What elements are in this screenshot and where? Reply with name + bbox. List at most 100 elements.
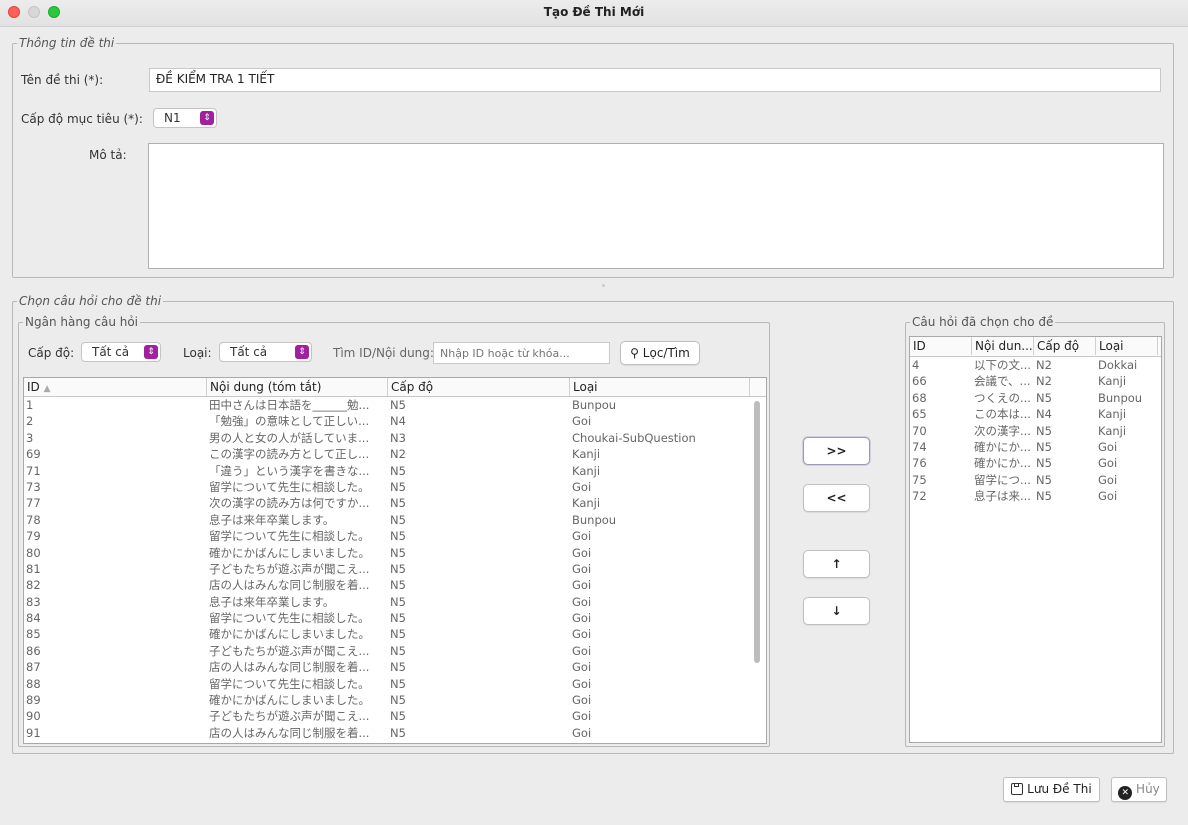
cell-content: この漢字の読み方として正し...: [209, 447, 370, 462]
table-row[interactable]: 4 以下の文... N2 Dokkai: [910, 357, 1161, 373]
column-header-content[interactable]: Nội dung (tóm tắt): [207, 378, 388, 396]
cell-type: Goi: [572, 725, 592, 740]
cell-type: Choukai-SubQuestion: [572, 430, 696, 445]
cell-id: 70: [912, 423, 927, 438]
cell-id: 82: [26, 578, 41, 593]
save-exam-button[interactable]: Lưu Đề Thi: [1003, 777, 1100, 802]
bank-level-value: Tất cả: [92, 345, 130, 359]
cell-level: N3: [390, 430, 406, 445]
table-row[interactable]: 84 留学について先生に相談した。 N5 Goi: [24, 610, 766, 626]
table-row[interactable]: 1 田中さんは日本語を______勉... N5 Bunpou: [24, 397, 766, 413]
cell-id: 89: [26, 693, 41, 708]
table-row[interactable]: 2 「勉強」の意味として正しい... N4 Goi: [24, 413, 766, 429]
cell-type: Kanji: [572, 447, 601, 462]
table-row[interactable]: 65 この本は... N4 Kanji: [910, 406, 1161, 422]
table-row[interactable]: 86 子どもたちが遊ぶ声が聞こえ... N5 Goi: [24, 643, 766, 659]
column-header-type[interactable]: Loại: [570, 378, 750, 396]
cell-id: 91: [26, 725, 41, 740]
table-row[interactable]: 72 息子は来... N5 Goi: [910, 488, 1161, 504]
filter-search-button[interactable]: ⚲ Lọc/Tìm: [620, 341, 700, 365]
table-row[interactable]: 73 留学について先生に相談した。 N5 Goi: [24, 479, 766, 495]
table-row[interactable]: 87 店の人はみんな同じ制服を着... N5 Goi: [24, 659, 766, 675]
cell-content: 確かにかばんにしまいました。: [209, 627, 370, 642]
table-row[interactable]: 66 会議で、... N2 Kanji: [910, 373, 1161, 389]
cell-content: 「違う」という漢字を書きな...: [209, 463, 370, 478]
table-row[interactable]: 78 息子は来年卒業します。 N5 Bunpou: [24, 512, 766, 528]
move-up-button[interactable]: ↑: [803, 550, 870, 578]
target-level-select[interactable]: N1 ⇕: [153, 108, 217, 128]
exam-name-input[interactable]: ĐỀ KIỂM TRA 1 TIẾT: [149, 68, 1161, 92]
cell-content: 留学について先生に相談した。: [209, 529, 370, 544]
cell-level: N5: [1036, 472, 1052, 487]
table-row[interactable]: 79 留学について先生に相談した。 N5 Goi: [24, 528, 766, 544]
cancel-button[interactable]: ✕ Hủy: [1111, 777, 1167, 802]
question-bank-legend: Ngân hàng câu hỏi: [25, 315, 139, 329]
cell-content: 確かにか...: [974, 439, 1031, 454]
search-input[interactable]: [433, 342, 610, 364]
cell-id: 74: [912, 439, 927, 454]
cell-level: N5: [390, 709, 406, 724]
table-row[interactable]: 76 確かにか... N5 Goi: [910, 455, 1161, 471]
cell-level: N5: [390, 693, 406, 708]
cell-id: 77: [26, 496, 41, 511]
cell-type: Dokkai: [1098, 358, 1138, 372]
table-row[interactable]: 70 次の漢字... N5 Kanji: [910, 423, 1161, 439]
cell-level: N5: [390, 479, 406, 494]
cell-type: Goi: [572, 709, 592, 724]
column-header-id[interactable]: ID ▲: [24, 378, 207, 396]
cell-id: 2: [26, 414, 34, 429]
table-row[interactable]: 68 つくえの... N5 Bunpou: [910, 390, 1161, 406]
cell-id: 78: [26, 512, 41, 527]
bank-table-body: 1 田中さんは日本語を______勉... N5 Bunpou 2 「勉強」の意味として正…: [24, 397, 766, 743]
table-row[interactable]: 83 息子は来年卒業します。 N5 Goi: [24, 594, 766, 610]
bank-type-label: Loại:: [183, 346, 212, 360]
table-row[interactable]: 82 店の人はみんな同じ制服を着... N5 Goi: [24, 577, 766, 593]
table-row[interactable]: 75 留学につ... N5 Goi: [910, 472, 1161, 488]
sel-column-header-id[interactable]: ID: [910, 337, 972, 355]
table-row[interactable]: 88 留学について先生に相談した。 N5 Goi: [24, 676, 766, 692]
bank-table-scrollbar[interactable]: [754, 401, 760, 663]
bank-type-select[interactable]: Tất cả ⇕: [219, 342, 312, 362]
table-row[interactable]: 77 次の漢字の読み方は何ですか... N5 Kanji: [24, 495, 766, 511]
cell-id: 66: [912, 374, 927, 389]
table-row[interactable]: 80 確かにかばんにしまいました。 N5 Goi: [24, 545, 766, 561]
remove-question-button[interactable]: <<: [803, 484, 870, 512]
sel-column-header-level[interactable]: Cấp độ: [1034, 337, 1096, 355]
move-down-button[interactable]: ↓: [803, 597, 870, 625]
add-question-button[interactable]: >>: [803, 437, 870, 465]
question-bank-table[interactable]: ID ▲ Nội dung (tóm tắt) Cấp độ Loại 1 田中さ…: [23, 377, 767, 744]
cell-type: Bunpou: [1098, 390, 1143, 405]
table-row[interactable]: 69 この漢字の読み方として正し... N2 Kanji: [24, 446, 766, 462]
bank-level-select[interactable]: Tất cả ⇕: [81, 342, 161, 362]
table-row[interactable]: 71 「違う」という漢字を書きな... N5 Kanji: [24, 463, 766, 479]
sel-column-header-type[interactable]: Loại: [1096, 337, 1158, 355]
cell-id: 65: [912, 407, 927, 422]
selected-table-header: ID Nội dun... Cấp độ Loại: [910, 337, 1161, 357]
description-textarea[interactable]: [148, 143, 1164, 269]
cell-content: 息子は来年卒業します。: [209, 512, 335, 527]
cell-type: Goi: [572, 627, 592, 642]
table-row[interactable]: 90 子どもたちが遊ぶ声が聞こえ... N5 Goi: [24, 708, 766, 724]
sel-column-header-content[interactable]: Nội dun...: [972, 337, 1034, 355]
panel-splitter[interactable]: [12, 281, 1174, 291]
save-button-label: Lưu Đề Thi: [1027, 782, 1092, 796]
table-row[interactable]: 91 店の人はみんな同じ制服を着... N5 Goi: [24, 725, 766, 741]
cell-id: 69: [26, 447, 41, 462]
cell-type: Goi: [572, 561, 592, 576]
column-header-level[interactable]: Cấp độ: [388, 378, 570, 396]
table-row[interactable]: 3 男の人と女の人が話していま... N3 Choukai-SubQuestion: [24, 430, 766, 446]
table-row[interactable]: 74 確かにか... N5 Goi: [910, 439, 1161, 455]
table-row[interactable]: 89 確かにかばんにしまいました。 N5 Goi: [24, 692, 766, 708]
cell-content: この本は...: [974, 407, 1031, 422]
table-row[interactable]: 85 確かにかばんにしまいました。 N5 Goi: [24, 626, 766, 642]
cell-id: 1: [26, 398, 34, 412]
chevron-updown-icon: ⇕: [200, 111, 214, 125]
exam-info-legend: Thông tin đề thi: [19, 36, 115, 50]
table-row[interactable]: 81 子どもたちが遊ぶ声が聞こえ... N5 Goi: [24, 561, 766, 577]
cell-type: Goi: [572, 545, 592, 560]
selected-questions-table[interactable]: ID Nội dun... Cấp độ Loại 4 以下の文... N2 Dokk…: [909, 336, 1162, 743]
cell-id: 71: [26, 463, 41, 478]
cell-id: 4: [912, 358, 920, 372]
cell-content: 店の人はみんな同じ制服を着...: [209, 578, 370, 593]
cell-type: Goi: [572, 529, 592, 544]
